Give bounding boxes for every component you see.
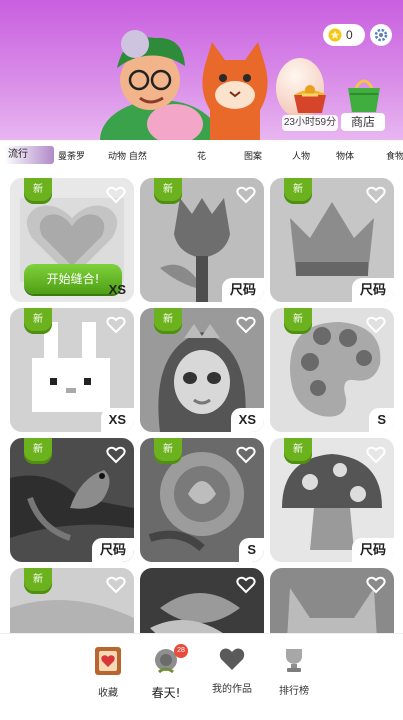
tab-people[interactable]: 人物 <box>292 149 310 162</box>
tab-popular[interactable]: 流行 <box>4 146 54 164</box>
size-label: XS <box>108 282 126 297</box>
pattern-card-partial[interactable]: 新 <box>10 568 134 633</box>
favorite-heart-icon[interactable] <box>236 446 256 464</box>
favorite-heart-icon[interactable] <box>366 316 386 334</box>
header-banner: 0 23小时59分 商店 <box>0 0 403 140</box>
nav-my-works[interactable]: 我的作品 <box>202 646 262 695</box>
size-label: S <box>369 408 394 432</box>
favorite-heart-icon[interactable] <box>106 186 126 204</box>
nav-label-leaderboard: 排行榜 <box>279 686 309 697</box>
tab-food[interactable]: 食物 <box>386 149 403 162</box>
gift-basket-icon <box>294 85 326 113</box>
size-label: S <box>239 538 264 562</box>
new-badge: 新 <box>24 568 52 594</box>
favorite-heart-icon[interactable] <box>366 186 386 204</box>
shop-button[interactable]: 商店 <box>341 78 385 133</box>
favorite-heart-icon[interactable] <box>236 316 256 334</box>
favorite-heart-icon[interactable] <box>236 186 256 204</box>
pattern-card-crown[interactable]: 新 尺码 <box>270 178 394 302</box>
nav-leaderboard[interactable]: 排行榜 <box>264 646 324 697</box>
nav-collection[interactable]: 收藏 <box>78 646 138 699</box>
size-label: 尺码 <box>91 538 134 562</box>
bottom-navigation: 收藏 28 春天! 我的作品 排行榜 <box>0 633 403 720</box>
gift-timer: 23小时59分 <box>282 115 338 131</box>
new-badge: 新 <box>24 438 52 464</box>
pattern-card-princess[interactable]: 新 XS <box>140 308 264 432</box>
new-badge: 新 <box>154 308 182 334</box>
pattern-card-palette[interactable]: 新 S <box>270 308 394 432</box>
tab-objects[interactable]: 物体 <box>336 149 354 162</box>
new-badge: 新 <box>284 438 312 464</box>
tab-mandala[interactable]: 曼荼罗 <box>58 149 85 162</box>
pattern-card-mushroom[interactable]: 新 尺码 <box>270 438 394 562</box>
new-badge: 新 <box>24 308 52 334</box>
daily-gift-button[interactable]: 23小时59分 <box>282 85 338 131</box>
favorite-heart-icon[interactable] <box>106 446 126 464</box>
size-label: 尺码 <box>351 278 394 302</box>
pattern-card-fish[interactable] <box>140 568 264 633</box>
size-label: 尺码 <box>351 538 394 562</box>
heart-icon <box>219 648 245 670</box>
favorite-heart-icon[interactable] <box>106 576 126 594</box>
coin-counter[interactable]: 0 <box>323 24 365 46</box>
nav-spring[interactable]: 28 春天! <box>136 644 196 701</box>
cat-character-illustration <box>202 42 268 140</box>
new-badge: 新 <box>154 438 182 464</box>
pattern-card-tulip[interactable]: 新 尺码 <box>140 178 264 302</box>
trophy-icon <box>286 649 302 672</box>
new-badge: 新 <box>284 308 312 334</box>
tab-animals-nature[interactable]: 动物 自然 <box>108 149 147 162</box>
size-label: XS <box>100 408 134 432</box>
shop-basket-icon <box>348 79 380 112</box>
star-coin-icon <box>328 28 342 42</box>
pattern-card-cat[interactable] <box>270 568 394 633</box>
pattern-card-bird[interactable]: 新 尺码 <box>10 438 134 562</box>
new-badge: 新 <box>284 178 312 204</box>
coin-count: 0 <box>346 28 353 42</box>
nav-label-my-works: 我的作品 <box>212 684 252 695</box>
new-badge: 新 <box>154 178 182 204</box>
notification-badge: 28 <box>174 644 188 658</box>
pattern-card-rose[interactable]: 新 S <box>140 438 264 562</box>
size-label: XS <box>230 408 264 432</box>
pattern-card-heart[interactable]: 新 开始缝合! XS <box>10 178 134 302</box>
settings-button[interactable] <box>370 24 392 46</box>
favorite-heart-icon[interactable] <box>366 576 386 594</box>
nav-label-spring: 春天! <box>151 686 181 700</box>
shop-label: 商店 <box>341 113 385 131</box>
pattern-grid: 新 开始缝合! XS 新 尺码 新 尺码 新 XS 新 XS 新 S 新 尺码 … <box>0 173 403 633</box>
nav-label-collection: 收藏 <box>98 688 118 699</box>
new-badge: 新 <box>24 178 52 204</box>
size-label: 尺码 <box>221 278 264 302</box>
favorite-heart-icon[interactable] <box>106 316 126 334</box>
pattern-card-bunny[interactable]: 新 XS <box>10 308 134 432</box>
collection-heart-icon <box>95 647 121 675</box>
favorite-heart-icon[interactable] <box>366 446 386 464</box>
tab-flowers[interactable]: 花 <box>197 149 206 162</box>
tab-patterns[interactable]: 图案 <box>244 149 262 162</box>
favorite-heart-icon[interactable] <box>236 576 256 594</box>
gear-icon <box>374 28 388 42</box>
category-tabs: 流行 曼荼罗 动物 自然 花 图案 人物 物体 食物 <box>0 143 403 169</box>
